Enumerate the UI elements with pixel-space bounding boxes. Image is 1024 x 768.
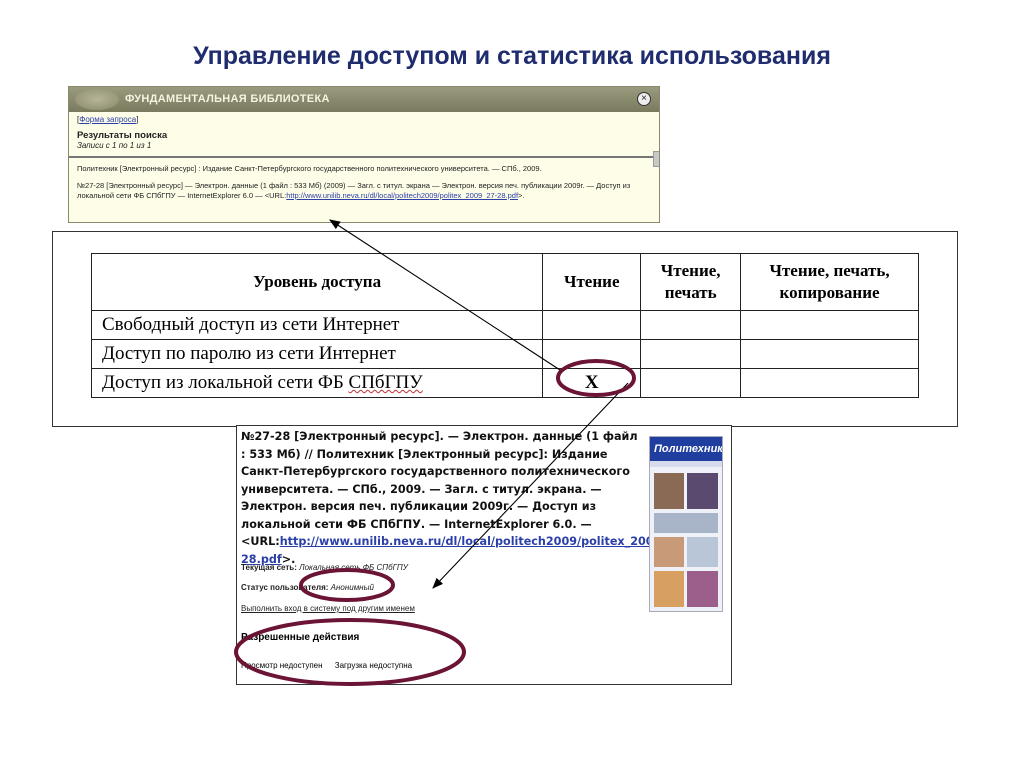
cover-photo [654,513,718,533]
network-label: Текущая сеть: [241,563,297,572]
cover-photo [687,571,718,607]
status-label: Статус пользователя: [241,583,329,592]
read-cell: Х [542,368,642,398]
allowed-actions-title: Разрешенные действия [241,632,360,643]
network-row: Текущая сеть: Локальная сеть ФБ СПбГПУ [241,563,408,572]
record-url-link[interactable]: http://www.unilib.neva.ru/dl/local/polit… [241,535,687,566]
read-print-cell [640,368,742,398]
read-print-cell [640,310,742,340]
cover-photo [687,537,718,567]
read-print-copy-cell [740,310,919,340]
allowed-actions: Просмотр недоступен Загрузка недоступна [241,661,412,670]
form-link-row: [Форма запроса] [77,115,651,124]
results-title: Результаты поиска [77,130,168,141]
download-status: Загрузка недоступна [334,661,413,670]
result-record: №27-28 [Электронный ресурс] — Электрон. … [77,181,651,201]
cover-photo [687,473,718,509]
library-logo-icon [75,89,119,110]
form-request-link[interactable]: Форма запроса [79,115,136,124]
table-row: Доступ из локальной сети ФБ СПбГПУ Х [90,368,919,398]
bracket-close: ] [136,115,139,124]
read-cell [542,310,642,340]
table-row: Доступ по паролю из сети Интернет [90,339,919,369]
record-url-link[interactable]: http://www.unilib.neva.ru/dl/local/polit… [286,191,518,200]
record-description: №27-28 [Электронный ресурс]. — Электрон.… [241,428,687,568]
header-read-print-copy: Чтение, печать, копирование [740,253,919,311]
access-table-header-row: Уровень доступа Чтение Чтение, печать Чт… [90,253,919,311]
status-row: Статус пользователя: Анонимный [241,583,374,592]
access-level-abbrev: СПбГПУ [348,372,423,393]
record-description-text: №27-28 [Электронный ресурс]. — Электрон.… [241,430,638,548]
cover-photo [654,537,684,567]
access-level-text: Доступ из локальной сети ФБ [102,372,349,393]
library-name: ФУНДАМЕНТАЛЬНАЯ БИБЛИОТЕКА [125,93,330,105]
access-level-cell: Свободный доступ из сети Интернет [90,310,544,340]
status-value: Анонимный [330,583,374,592]
cover-photo [654,571,684,607]
record-window: №27-28 [Электронный ресурс]. — Электрон.… [236,425,732,685]
network-value: Локальная сеть ФБ СПбГПУ [299,563,408,572]
read-print-cell [640,339,742,369]
read-print-copy-cell [740,339,919,369]
view-status: Просмотр недоступен [241,661,323,670]
slide-title: Управление доступом и статистика использ… [193,42,831,70]
read-cell [542,339,642,369]
result-line: Политехник [Электронный ресурс] : Издани… [77,164,542,173]
login-link[interactable]: Выполнить вход в систему под другим имен… [241,604,415,613]
read-print-copy-cell [740,368,919,398]
record-text-end: >. [518,191,525,200]
access-level-cell: Доступ из локальной сети ФБ СПбГПУ [90,368,544,398]
scrollbar-thumb[interactable] [653,151,659,167]
access-level-cell: Доступ по паролю из сети Интернет [90,339,544,369]
library-window-body: [Форма запроса] Результаты поиска Записи… [69,112,659,203]
access-table-frame: Уровень доступа Чтение Чтение, печать Чт… [52,231,958,427]
divider [69,156,659,158]
header-read: Чтение [542,253,642,311]
results-count: Записи с 1 по 1 из 1 [77,141,152,150]
cover-photo [654,473,684,509]
table-row: Свободный доступ из сети Интернет [90,310,919,340]
library-window: ФУНДАМЕНТАЛЬНАЯ БИБЛИОТЕКА × [Форма запр… [68,86,660,223]
access-table: Уровень доступа Чтение Чтение, печать Чт… [90,253,919,398]
cover-title: Политехник [650,437,722,461]
header-access-level: Уровень доступа [90,253,544,311]
journal-cover-image: Политехник [649,436,723,612]
cover-strip [650,461,722,467]
header-read-print: Чтение, печать [640,253,742,311]
library-window-header: ФУНДАМЕНТАЛЬНАЯ БИБЛИОТЕКА × [69,87,659,112]
close-icon[interactable]: × [637,92,651,106]
